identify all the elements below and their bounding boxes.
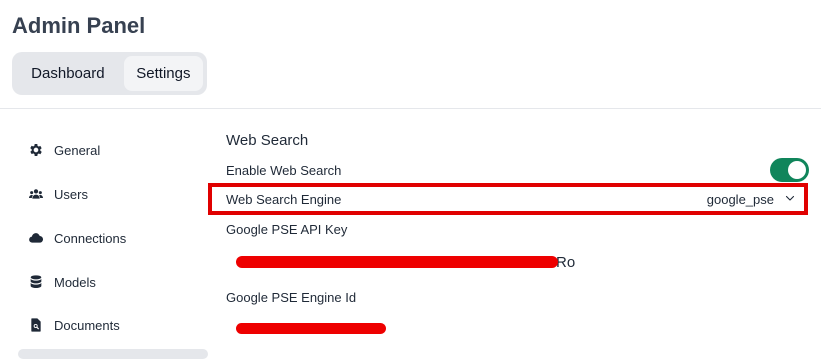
enable-web-search-label: Enable Web Search: [226, 163, 342, 178]
page-title: Admin Panel: [12, 13, 146, 38]
database-icon: [28, 274, 44, 290]
api-key-redaction: [236, 256, 558, 268]
google-pse-api-key-label: Google PSE API Key: [226, 222, 348, 237]
enable-web-search-toggle[interactable]: [770, 158, 809, 182]
web-search-engine-label: Web Search Engine: [226, 192, 342, 207]
tab-dashboard[interactable]: Dashboard: [16, 56, 120, 91]
gear-icon: [28, 142, 44, 158]
engine-id-redaction: [236, 323, 386, 334]
sidebar-item-general[interactable]: General: [18, 130, 208, 170]
cloud-icon: [28, 230, 44, 246]
sidebar-item-label: Users: [54, 186, 88, 202]
toggle-knob: [788, 161, 806, 179]
header-divider: [0, 108, 821, 109]
sidebar-item-next[interactable]: [18, 349, 208, 359]
sidebar-item-label: Documents: [54, 317, 120, 333]
users-icon: [28, 186, 44, 202]
engine-select-value: google_pse: [706, 191, 774, 207]
sidebar-item-models[interactable]: Models: [18, 262, 208, 302]
web-search-title: Web Search: [226, 132, 309, 149]
chevron-down-icon: [784, 192, 796, 207]
sidebar-item-connections[interactable]: Connections: [18, 218, 208, 258]
sidebar-item-documents[interactable]: Documents: [18, 305, 208, 345]
admin-tabs: Dashboard Settings: [12, 52, 207, 95]
web-search-engine-select[interactable]: google_pse: [707, 189, 796, 209]
web-search-engine-row: Web Search Engine google_pse: [208, 183, 808, 215]
sidebar-item-label: Connections: [54, 230, 127, 246]
tab-settings[interactable]: Settings: [123, 56, 203, 91]
sidebar-item-label: General: [54, 142, 101, 158]
sidebar-item-users[interactable]: Users: [18, 174, 208, 214]
google-pse-engine-id-label: Google PSE Engine Id: [226, 290, 357, 305]
api-key-visible-tail: Ro: [556, 254, 576, 271]
sidebar-item-label: Models: [54, 274, 96, 290]
document-search-icon: [28, 317, 44, 333]
